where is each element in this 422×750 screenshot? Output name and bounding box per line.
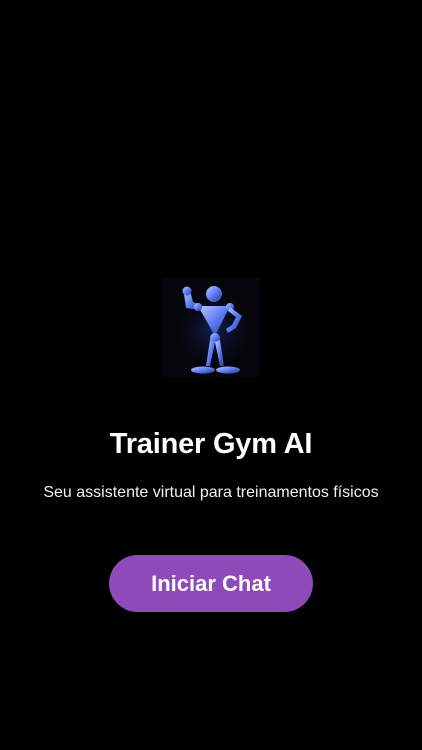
welcome-screen: Trainer Gym AI Seu assistente virtual pa… — [0, 0, 422, 750]
app-title: Trainer Gym AI — [109, 428, 313, 460]
app-subtitle: Seu assistente virtual para treinamentos… — [43, 484, 379, 501]
start-chat-button[interactable]: Iniciar Chat — [109, 555, 313, 612]
flexing-robot-icon — [162, 278, 260, 377]
